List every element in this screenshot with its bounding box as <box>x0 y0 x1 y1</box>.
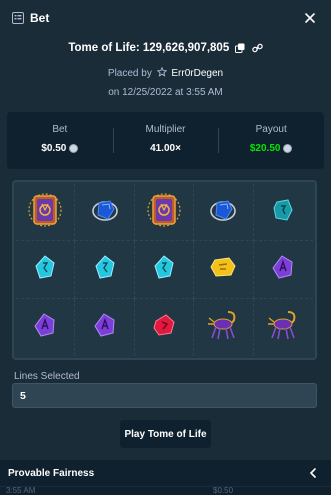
teal-rune-symbol-icon <box>272 198 294 227</box>
slot-cell <box>253 184 313 242</box>
bet-label: Bet <box>52 124 68 135</box>
placed-by-label: Placed by <box>107 68 152 79</box>
bet-stat: Bet $0.50 <box>7 112 113 169</box>
placed-by-row: Placed by Err0rDegen <box>0 66 331 79</box>
play-game-button[interactable]: Play Tome of Life <box>120 420 211 448</box>
payout-value: $20.50 <box>249 143 281 154</box>
slot-cell <box>134 184 195 242</box>
multiplier-value: 41.00× <box>150 143 181 154</box>
background-time: 3:55 AM <box>6 487 36 495</box>
slot-cell <box>194 298 254 356</box>
lines-selected-label: Lines Selected <box>14 371 80 382</box>
blue-gem-symbol-icon <box>208 195 238 230</box>
slot-cell <box>194 184 254 242</box>
slot-cell <box>253 241 313 299</box>
slot-cell <box>16 298 76 356</box>
purple-rune-symbol-icon <box>33 312 57 343</box>
payout-label: Payout <box>255 124 287 135</box>
lines-selected-field[interactable]: 5 <box>12 383 317 408</box>
bet-value: $0.50 <box>41 143 67 154</box>
slot-cell <box>75 298 135 356</box>
bet-title: Tome of Life: 129,626,907,805 <box>68 42 230 54</box>
bet-stats-panel: Bet $0.50 Multiplier 41.00× Payout $20.5… <box>7 112 324 169</box>
background-row: 3:55 AM $0.50 <box>0 487 331 495</box>
slot-cell <box>135 298 195 356</box>
bet-date: on 12/25/2022 at 3:55 AM <box>108 87 223 98</box>
payout-value-row: $20.50 <box>218 143 324 154</box>
multiplier-value-row: 41.00× <box>113 143 219 154</box>
slot-cell <box>16 241 76 299</box>
multiplier-stat: Multiplier 41.00× <box>112 112 219 169</box>
red-rune-symbol-icon <box>152 313 176 342</box>
cyan-rune-symbol-icon <box>33 254 57 285</box>
scorpion-symbol-icon <box>206 308 240 347</box>
cyan-rune-symbol-icon <box>152 254 176 285</box>
modal-header: Bet <box>0 0 331 36</box>
background-amount: $0.50 <box>213 487 234 495</box>
slot-board <box>12 180 317 360</box>
slot-cell <box>75 184 135 242</box>
slot-cell <box>75 241 135 299</box>
chevron-left-icon <box>309 468 316 478</box>
tome-symbol-icon <box>28 188 62 237</box>
slot-cell <box>254 299 313 356</box>
purple-rune-symbol-icon <box>93 312 117 343</box>
provable-fairness-label: Provable Fairness <box>8 467 95 479</box>
bet-slip-icon <box>12 12 24 24</box>
copy-icon[interactable] <box>235 43 245 53</box>
slot-cell <box>194 241 254 299</box>
scorpion-symbol-icon <box>266 308 300 347</box>
bet-value-row: $0.50 <box>7 143 113 154</box>
link-icon[interactable] <box>251 43 263 53</box>
payout-stat: Payout $20.50 <box>218 112 324 169</box>
slot-cell <box>16 184 76 242</box>
blue-gem-symbol-icon <box>90 195 120 230</box>
purple-rune-symbol-icon <box>271 254 295 285</box>
provable-fairness-toggle[interactable]: Provable Fairness <box>0 460 331 486</box>
close-icon[interactable] <box>303 11 317 25</box>
coin-icon <box>69 144 79 153</box>
tome-symbol-icon <box>147 188 181 237</box>
yellow-rune-symbol-icon <box>209 256 237 283</box>
multiplier-label: Multiplier <box>145 124 186 135</box>
coin-icon <box>283 144 293 153</box>
slot-cell <box>134 241 195 299</box>
username-link[interactable]: Err0rDegen <box>171 68 223 79</box>
modal-title: Bet <box>30 11 50 25</box>
cyan-rune-symbol-icon <box>93 254 117 285</box>
star-icon <box>156 66 167 77</box>
bet-title-row: Tome of Life: 129,626,907,805 <box>0 42 331 54</box>
